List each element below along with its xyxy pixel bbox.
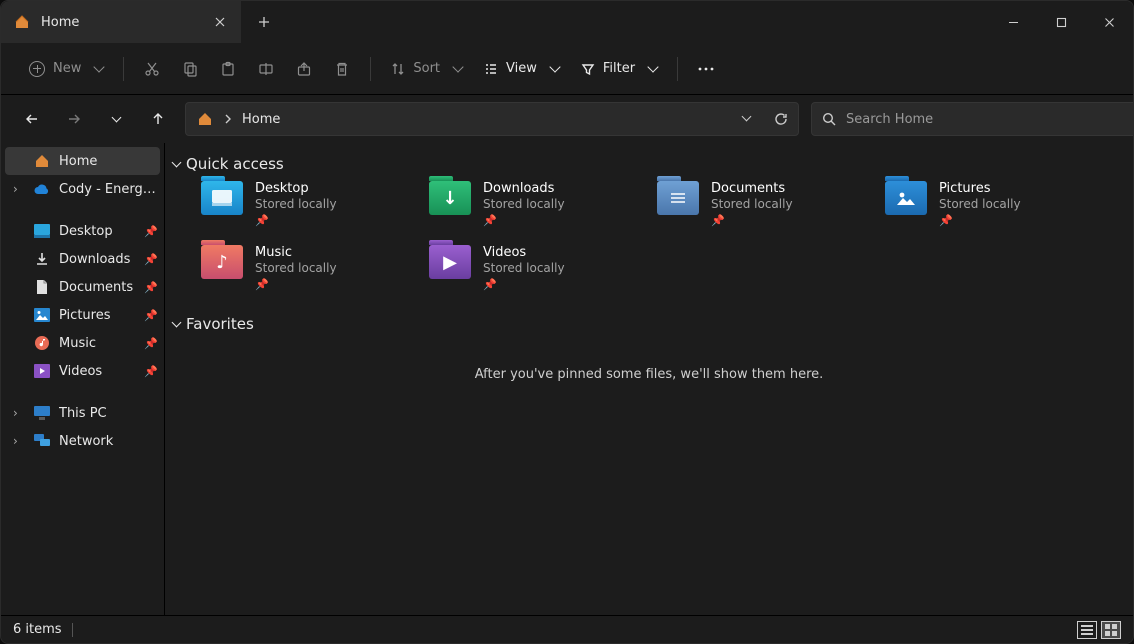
search-input[interactable] [846, 112, 1134, 127]
pin-icon: 📌 [144, 337, 158, 350]
pin-icon: 📌 [483, 278, 565, 291]
sidebar-item-this-pc[interactable]: › This PC [1, 399, 164, 427]
refresh-button[interactable] [774, 112, 788, 126]
pin-icon: 📌 [711, 214, 793, 227]
documents-folder-icon [657, 181, 699, 215]
content-area: Quick access Desktop Stored locally 📌 ↓ … [165, 143, 1133, 615]
tab-title: Home [41, 15, 79, 30]
sidebar-item-onedrive[interactable]: › Cody - Energy Management [1, 175, 164, 203]
sidebar-item-downloads[interactable]: Downloads 📌 [1, 245, 164, 273]
maximize-button[interactable] [1037, 1, 1085, 43]
sidebar-item-desktop[interactable]: Desktop 📌 [1, 217, 164, 245]
search-icon [822, 112, 836, 126]
pin-icon: 📌 [144, 365, 158, 378]
pin-icon: 📌 [483, 214, 565, 227]
tab-close-button[interactable] [211, 13, 229, 31]
paste-button[interactable] [210, 51, 246, 87]
address-history-button[interactable] [743, 112, 750, 127]
quick-access-item-desktop[interactable]: Desktop Stored locally 📌 [201, 181, 429, 227]
recent-locations-button[interactable] [107, 110, 125, 128]
close-button[interactable] [1085, 1, 1133, 43]
pin-icon: 📌 [255, 278, 337, 291]
navigation-pane: Home › Cody - Energy Management Desktop … [1, 143, 165, 615]
titlebar: Home [1, 1, 1133, 43]
breadcrumb-location[interactable]: Home [242, 112, 280, 127]
sidebar-item-music[interactable]: Music 📌 [1, 329, 164, 357]
chevron-right-icon[interactable]: › [13, 406, 25, 420]
new-tab-button[interactable] [241, 1, 287, 43]
sidebar-item-videos[interactable]: Videos 📌 [1, 357, 164, 385]
sidebar-item-network[interactable]: › Network [1, 427, 164, 455]
download-icon [33, 250, 51, 268]
home-icon [33, 152, 51, 170]
pictures-folder-icon [885, 181, 927, 215]
chevron-down-icon [172, 318, 182, 328]
nav-row: Home [1, 95, 1133, 143]
view-button[interactable]: View [474, 51, 569, 87]
pin-icon: 📌 [144, 225, 158, 238]
document-icon [33, 278, 51, 296]
new-button[interactable]: New [19, 51, 113, 87]
file-explorer-window: Home New Sort [0, 0, 1134, 644]
rename-button[interactable] [248, 51, 284, 87]
chevron-down-icon [172, 158, 182, 168]
up-button[interactable] [149, 110, 167, 128]
pin-icon: 📌 [939, 214, 1021, 227]
sidebar-item-documents[interactable]: Documents 📌 [1, 273, 164, 301]
address-bar[interactable]: Home [185, 102, 799, 136]
share-button[interactable] [286, 51, 322, 87]
quick-access-item-pictures[interactable]: Pictures Stored locally 📌 [885, 181, 1113, 227]
status-bar: 6 items [1, 615, 1133, 643]
toolbar: New Sort View Filter [1, 43, 1133, 95]
video-icon [33, 362, 51, 380]
tab-home[interactable]: Home [1, 1, 241, 43]
downloads-folder-icon: ↓ [429, 181, 471, 215]
home-icon [13, 13, 31, 31]
network-icon [33, 432, 51, 450]
copy-button[interactable] [172, 51, 208, 87]
item-count: 6 items [13, 622, 62, 637]
back-button[interactable] [23, 110, 41, 128]
cloud-icon [33, 180, 51, 198]
quick-access-item-documents[interactable]: Documents Stored locally 📌 [657, 181, 885, 227]
videos-folder-icon: ▶ [429, 245, 471, 279]
quick-access-header[interactable]: Quick access [173, 151, 1125, 181]
chevron-right-icon[interactable]: › [13, 434, 25, 448]
quick-access-item-downloads[interactable]: ↓ Downloads Stored locally 📌 [429, 181, 657, 227]
forward-button[interactable] [65, 110, 83, 128]
sidebar-item-home[interactable]: Home [5, 147, 160, 175]
pin-icon: 📌 [144, 281, 158, 294]
filter-button[interactable]: Filter [571, 51, 667, 87]
details-view-toggle[interactable] [1077, 621, 1097, 639]
desktop-icon [33, 222, 51, 240]
favorites-empty-message: After you've pinned some files, we'll sh… [173, 367, 1125, 382]
music-folder-icon: ♪ [201, 245, 243, 279]
quick-access-grid: Desktop Stored locally 📌 ↓ Downloads Sto… [173, 181, 1125, 301]
pin-icon: 📌 [144, 309, 158, 322]
quick-access-item-videos[interactable]: ▶ Videos Stored locally 📌 [429, 245, 657, 291]
pin-icon: 📌 [255, 214, 337, 227]
sort-button[interactable]: Sort [381, 51, 472, 87]
delete-button[interactable] [324, 51, 360, 87]
sidebar-item-pictures[interactable]: Pictures 📌 [1, 301, 164, 329]
breadcrumb-separator-icon [224, 114, 232, 124]
window-controls [989, 1, 1133, 43]
plus-circle-icon [29, 61, 45, 77]
quick-access-item-music[interactable]: ♪ Music Stored locally 📌 [201, 245, 429, 291]
favorites-header[interactable]: Favorites [173, 311, 1125, 341]
thumbnails-view-toggle[interactable] [1101, 621, 1121, 639]
cut-button[interactable] [134, 51, 170, 87]
more-button[interactable] [688, 51, 724, 87]
search-box[interactable] [811, 102, 1134, 136]
chevron-right-icon[interactable]: › [13, 182, 25, 196]
pc-icon [33, 404, 51, 422]
desktop-folder-icon [201, 181, 243, 215]
music-icon [33, 334, 51, 352]
picture-icon [33, 306, 51, 324]
home-icon [196, 110, 214, 128]
minimize-button[interactable] [989, 1, 1037, 43]
pin-icon: 📌 [144, 253, 158, 266]
